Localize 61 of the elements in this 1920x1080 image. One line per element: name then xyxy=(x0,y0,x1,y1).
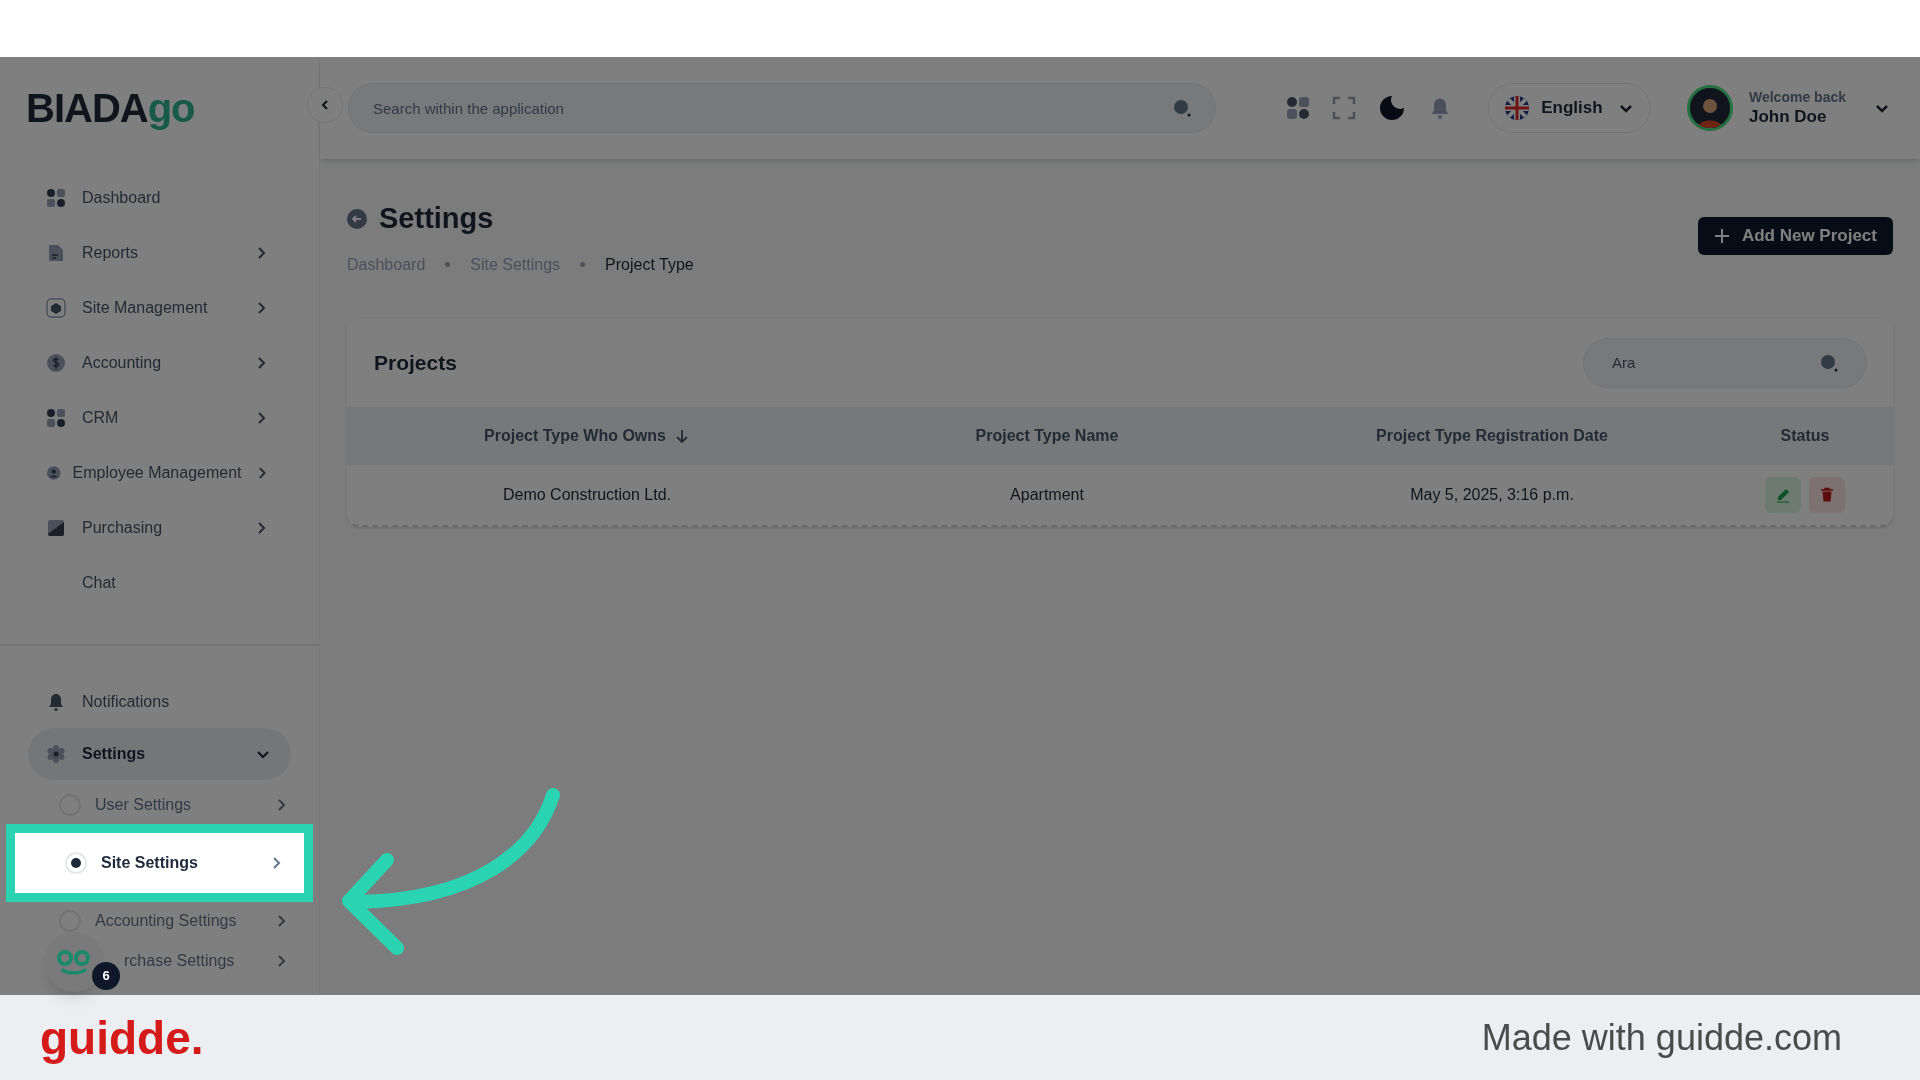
sidebar-item[interactable]: Chat xyxy=(0,555,319,610)
moon-icon[interactable] xyxy=(1378,94,1407,122)
pencil-icon xyxy=(1775,486,1791,503)
plus-icon xyxy=(1713,228,1730,244)
sort-arrow-icon xyxy=(673,427,690,444)
table-cell-text: Demo Construction Ltd. xyxy=(501,484,673,505)
welcome-text: Welcome back xyxy=(1749,88,1846,107)
logo: BIADAgo xyxy=(26,88,195,128)
card-title: Projects xyxy=(374,349,457,376)
document-icon xyxy=(46,242,66,263)
sidebar-item[interactable]: Reports xyxy=(0,225,319,280)
cube-icon xyxy=(46,297,66,318)
go-logo-icon xyxy=(56,948,92,976)
gear-icon xyxy=(46,744,66,764)
breadcrumb-link[interactable]: Project Type xyxy=(605,252,694,277)
sidebar-item[interactable]: Accounting xyxy=(0,335,319,390)
flag-icon xyxy=(1505,96,1530,120)
trash-icon xyxy=(1819,486,1835,503)
radio-icon xyxy=(65,852,87,874)
submenu-item[interactable]: User Settings xyxy=(0,786,319,824)
search-icon xyxy=(1819,352,1839,373)
fullscreen-icon[interactable] xyxy=(1332,96,1357,120)
sidebar-item[interactable]: Purchasing xyxy=(0,500,319,555)
column-header[interactable]: Project Type Who Owns xyxy=(347,423,827,448)
bell-icon xyxy=(46,692,66,712)
user-name: John Doe xyxy=(1749,106,1828,128)
table-search-field[interactable]: Ara xyxy=(1583,337,1867,388)
language-selector[interactable]: English xyxy=(1488,83,1651,133)
search-icon xyxy=(1172,98,1193,118)
avatar[interactable] xyxy=(1687,85,1733,131)
sidebar-item[interactable]: Settings xyxy=(28,728,291,780)
sidebar-item[interactable]: Notifications xyxy=(28,676,291,728)
column-header[interactable]: Project Type Registration Date xyxy=(1267,423,1717,448)
add-project-button[interactable]: Add New Project xyxy=(1697,217,1893,255)
grid-icon xyxy=(46,187,66,208)
sidebar-item[interactable]: Employee Management xyxy=(0,445,319,500)
sidebar-item[interactable]: CRM xyxy=(0,390,319,445)
footer-tagline: Made with guidde.com xyxy=(1481,1015,1842,1060)
column-header[interactable]: Project Type Name xyxy=(827,423,1267,448)
search-field[interactable]: Search within the application xyxy=(348,83,1217,133)
submenu-item[interactable]: Site Settings xyxy=(6,824,313,902)
dollar-icon xyxy=(46,352,66,373)
grid-icon xyxy=(46,407,66,428)
breadcrumb-separator-icon xyxy=(580,262,586,267)
sidebar-item[interactable]: Site Management xyxy=(0,280,319,335)
delete-button[interactable] xyxy=(1809,476,1845,513)
arrow-left-icon xyxy=(351,212,363,225)
submenu-item[interactable]: rchase Settings xyxy=(124,940,319,982)
column-header[interactable]: Status xyxy=(1717,423,1893,448)
edit-button[interactable] xyxy=(1765,476,1801,513)
back-button[interactable] xyxy=(347,208,367,229)
page-title: Settings xyxy=(379,201,494,236)
sidebar-item[interactable]: Dashboard xyxy=(0,170,319,225)
table-cell-text: Apartment xyxy=(1009,484,1085,505)
tag-icon xyxy=(46,517,66,538)
breadcrumb-separator-icon xyxy=(445,262,451,267)
apps-icon[interactable] xyxy=(1286,96,1311,120)
table-cell-text: May 5, 2025, 3:16 p.m. xyxy=(1409,484,1575,505)
chevron-left-icon xyxy=(319,99,331,111)
submenu-item[interactable]: Accounting Settings xyxy=(0,902,319,940)
person-icon xyxy=(47,465,61,480)
